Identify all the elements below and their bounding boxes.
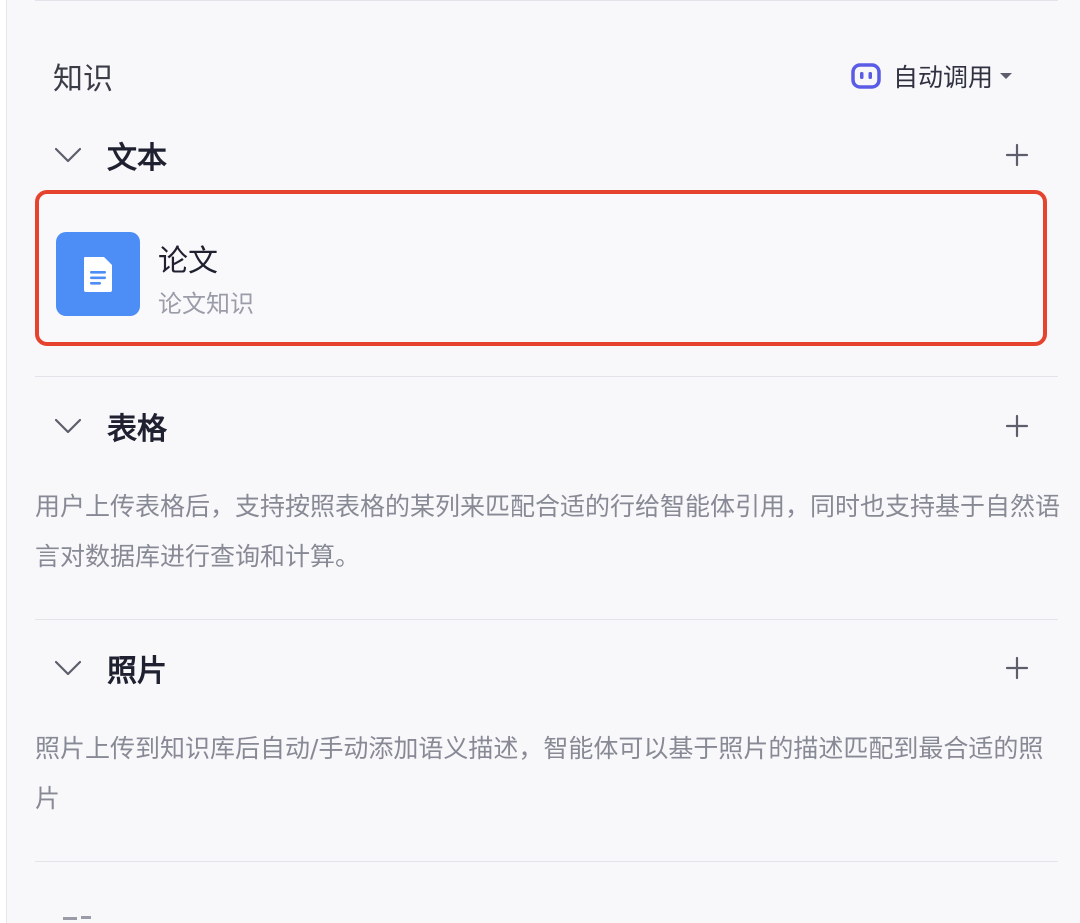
knowledge-panel: 知识 自动调用 文本 论文 论文知识 表格 用户上传表格后，支持按照表格的某列来… [6, 0, 1080, 923]
chevron-down-icon[interactable] [53, 658, 83, 678]
cropped-text-glyph [63, 916, 91, 920]
knowledge-title: 知识 [53, 62, 113, 97]
item-title: 论文 [158, 244, 218, 279]
top-divider [35, 0, 1058, 1]
section-photo-header: 照片 [53, 646, 1029, 690]
section-title: 文本 [107, 141, 167, 176]
auto-invoke-label: 自动调用 [892, 63, 993, 92]
section-description: 照片上传到知识库后自动/手动添加语义描述，智能体可以基于照片的描述匹配到最合适的… [35, 734, 1044, 813]
robot-face-icon [851, 63, 881, 89]
section-title: 照片 [107, 654, 167, 689]
section-table-header: 表格 [53, 404, 1029, 448]
section-title: 表格 [107, 412, 167, 447]
caret-down-icon [1000, 73, 1012, 79]
chevron-down-icon[interactable] [53, 416, 83, 436]
add-text-plus-icon[interactable] [1005, 143, 1029, 167]
item-subtitle: 论文知识 [158, 290, 254, 318]
knowledge-item-paper[interactable]: 论文 论文知识 [35, 190, 1047, 346]
section-description: 用户上传表格后，支持按照表格的某列来匹配合适的行给智能体引用，同时也支持基于自然… [35, 492, 1061, 571]
section-divider [35, 619, 1058, 620]
section-divider [35, 376, 1058, 377]
auto-invoke-dropdown[interactable]: 自动调用 [851, 58, 1013, 94]
document-tile [56, 232, 140, 316]
knowledge-header: 知识 自动调用 [53, 55, 1013, 97]
add-photo-plus-icon[interactable] [1005, 656, 1029, 680]
document-icon [84, 257, 112, 292]
chevron-down-icon[interactable] [53, 145, 83, 165]
next-section-title-partial [61, 908, 101, 923]
section-divider [35, 861, 1058, 862]
section-text-header: 文本 [53, 133, 1029, 177]
add-table-plus-icon[interactable] [1005, 414, 1029, 438]
